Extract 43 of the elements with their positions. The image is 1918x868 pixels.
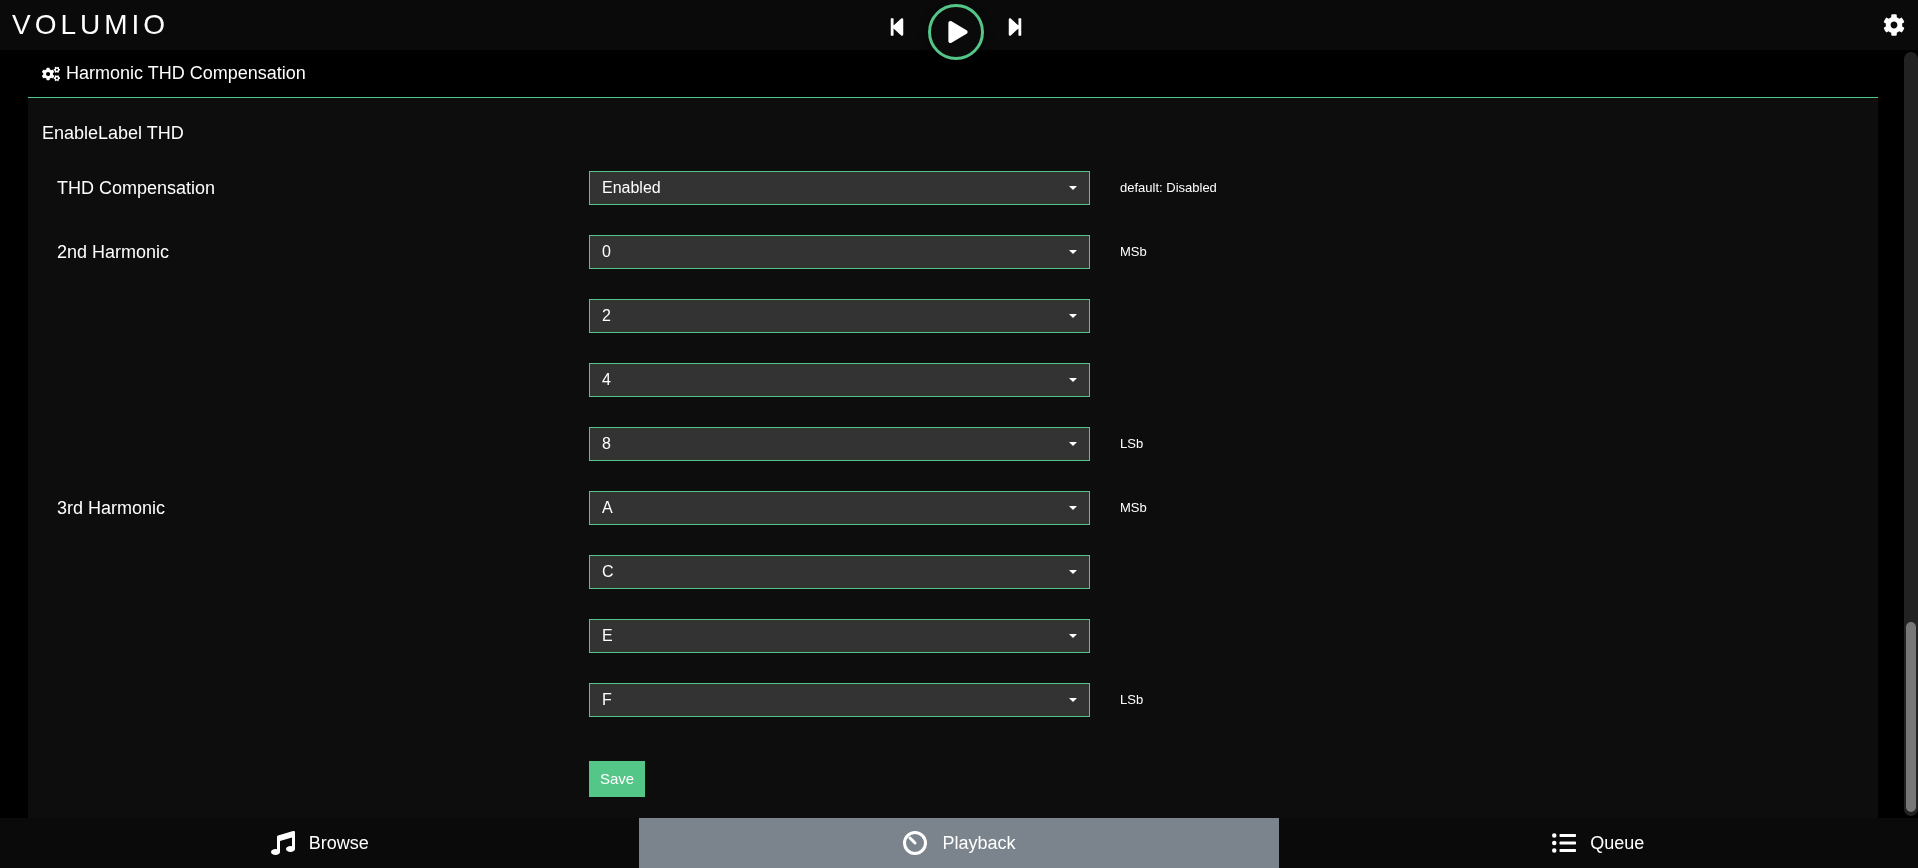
scrollbar-thumb[interactable] [1906,622,1916,812]
caret-icon [1069,186,1077,190]
dropdown-select[interactable]: C [589,555,1090,589]
caret-icon [1069,570,1077,574]
field-note: MSb [1120,499,1147,518]
dropdown-select[interactable]: E [589,619,1090,653]
caret-icon [1069,634,1077,638]
setting-label: 2nd Harmonic [57,242,170,262]
dropdown-select[interactable]: F [589,683,1090,717]
volumio-logo[interactable]: VOLUMIO [12,4,170,46]
field-note: MSb [1120,243,1147,262]
nav-tab[interactable]: Playback [639,818,1279,868]
dropdown-select[interactable]: 0 [589,235,1090,269]
setting-label: 3rd Harmonic [57,498,166,518]
previous-button[interactable] [888,17,906,37]
dropdown-select[interactable]: 4 [589,363,1090,397]
dial-icon [902,830,929,856]
subsection-title: EnableLabel THD [41,122,185,145]
caret-icon [1069,698,1077,702]
settings-button[interactable] [1883,14,1905,36]
field-note: LSb [1120,435,1144,454]
caret-icon [1069,314,1077,318]
settings-icon [1883,14,1905,36]
play-icon [947,21,968,43]
dropdown-select[interactable]: 8 [589,427,1090,461]
caret-icon [1069,378,1077,382]
setting-label: THD Compensation [57,178,216,198]
section-title: Harmonic THD Compensation [66,62,306,85]
dropdown-select[interactable]: A [589,491,1090,525]
caret-icon [1069,442,1077,446]
caret-icon [1069,506,1077,510]
dropdown-select[interactable]: Enabled [589,171,1090,205]
dropdown-select[interactable]: 2 [589,299,1090,333]
previous-icon [888,17,906,37]
field-note: LSb [1120,691,1144,710]
gears-icon [42,64,60,83]
list-icon [1552,831,1577,855]
music-note-icon [270,831,295,855]
play-button[interactable] [928,4,984,60]
caret-icon [1069,250,1077,254]
next-icon [1006,17,1024,37]
field-note: default: Disabled [1120,179,1217,198]
next-button[interactable] [1006,17,1024,37]
